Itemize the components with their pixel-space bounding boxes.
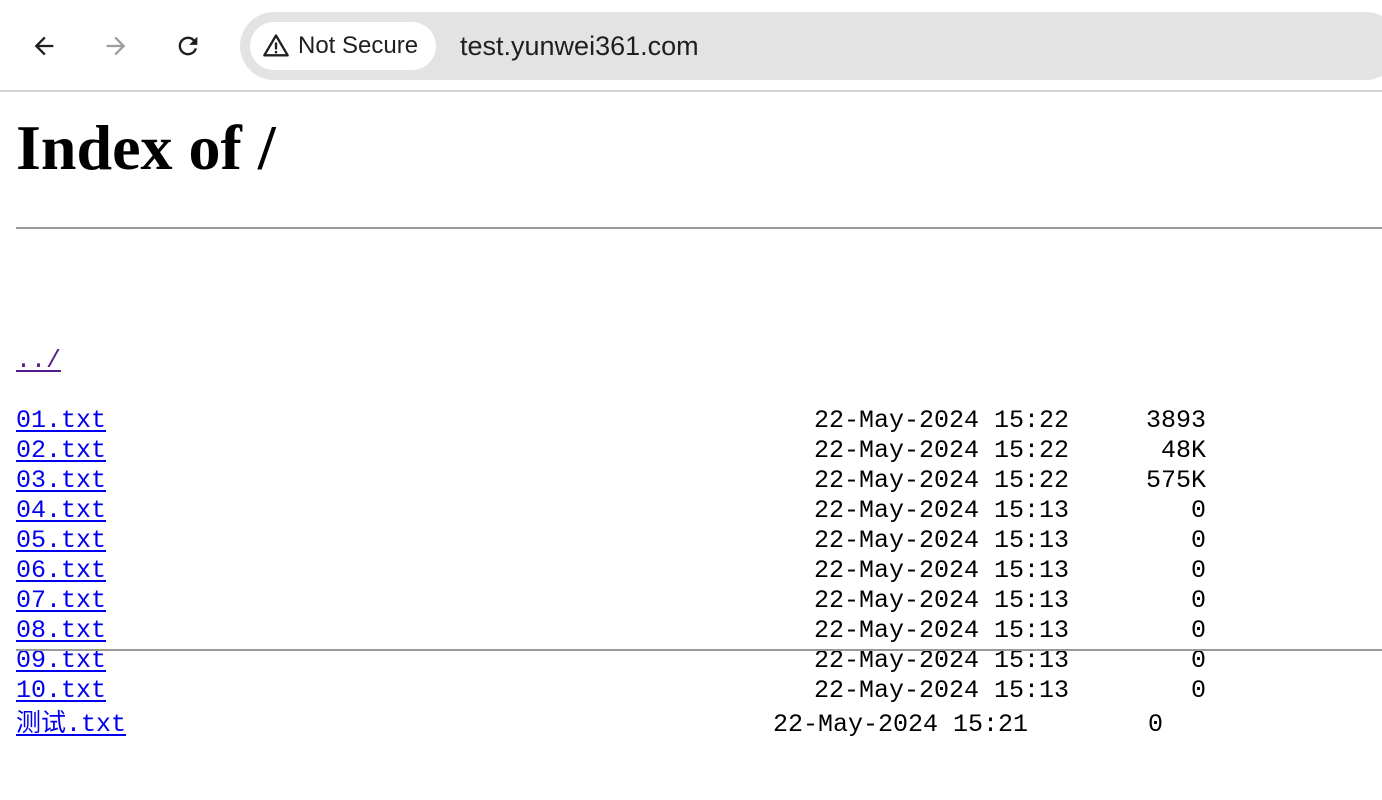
parent-directory-link[interactable]: ../ [16,346,61,376]
file-link[interactable]: 10.txt [16,676,106,706]
file-link[interactable]: 06.txt [16,556,106,586]
security-label: Not Secure [298,32,419,59]
file-date: 22-May-2024 15:22 [814,466,1070,495]
list-item: 10.txt 22-May-2024 15:13 0 [16,676,1382,706]
file-size: 0 [1190,676,1206,705]
back-button[interactable] [22,24,66,68]
list-item: 03.txt 22-May-2024 15:22 575K [16,466,1382,496]
list-item: 01.txt 22-May-2024 15:22 3893 [16,406,1382,436]
list-item: 04.txt 22-May-2024 15:13 0 [16,496,1382,526]
file-size: 0 [1190,586,1206,615]
file-link[interactable]: 07.txt [16,586,106,616]
file-link[interactable]: 08.txt [16,616,106,646]
file-link[interactable]: 02.txt [16,436,106,466]
file-link[interactable]: 04.txt [16,496,106,526]
browser-toolbar: Not Secure test.yunwei361.com [0,0,1382,92]
file-link[interactable]: 01.txt [16,406,106,436]
file-size: 3893 [1145,406,1206,435]
security-chip[interactable]: Not Secure [250,22,437,70]
file-size: 0 [1147,710,1163,739]
file-date: 22-May-2024 15:13 [814,526,1070,555]
list-item: 08.txt 22-May-2024 15:13 0 [16,616,1382,646]
file-date: 22-May-2024 15:13 [814,556,1070,585]
file-link[interactable]: 03.txt [16,466,106,496]
file-size: 0 [1190,526,1206,555]
file-size: 0 [1190,496,1206,525]
reload-icon [178,36,198,56]
file-size: 0 [1190,616,1206,645]
file-size: 0 [1190,556,1206,585]
reload-button[interactable] [166,24,210,68]
file-date: 22-May-2024 15:13 [814,586,1070,615]
file-listing: ../ 01.txt 22-May-2024 15:22 3893 02.txt 22-… [16,256,1382,800]
address-bar[interactable]: Not Secure test.yunwei361.com [240,12,1382,80]
list-item: 02.txt 22-May-2024 15:22 48K [16,436,1382,466]
arrow-right-icon [106,36,126,56]
file-date: 22-May-2024 15:22 [814,406,1070,435]
file-date: 22-May-2024 15:13 [814,676,1070,705]
list-item: 06.txt 22-May-2024 15:13 0 [16,556,1382,586]
file-size: 575K [1145,466,1206,495]
file-size: 48K [1160,436,1206,465]
list-item: 05.txt 22-May-2024 15:13 0 [16,526,1382,556]
file-link[interactable]: 05.txt [16,526,106,556]
warning-triangle-icon [263,34,289,57]
file-link[interactable]: 测试.txt [16,710,126,740]
bottom-divider [16,649,1382,651]
file-date: 22-May-2024 15:13 [814,496,1070,525]
list-item: 测试.txt 22-May-2024 15:21 0 [16,706,1382,740]
file-date: 22-May-2024 15:13 [814,616,1070,645]
list-item: 07.txt 22-May-2024 15:13 0 [16,586,1382,616]
file-date: 22-May-2024 15:21 [773,710,1029,739]
file-date: 22-May-2024 15:22 [814,436,1070,465]
top-divider [16,227,1382,229]
arrow-left-icon [34,36,54,56]
url-text[interactable]: test.yunwei361.com [460,12,699,80]
page-title: Index of / [16,112,276,183]
parent-row: ../ [16,316,1382,375]
forward-button[interactable] [94,24,138,68]
